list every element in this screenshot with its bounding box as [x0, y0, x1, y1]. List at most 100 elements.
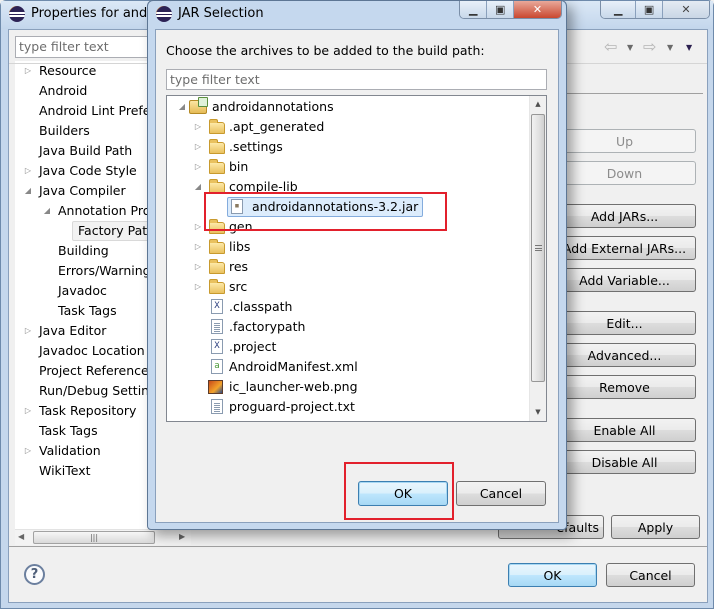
- file-tree-item[interactable]: ▷ gen: [167, 217, 529, 237]
- category-tree-item[interactable]: ▷ Resource: [15, 61, 165, 81]
- enable-all-button[interactable]: Enable All: [553, 418, 696, 442]
- forward-dropdown-icon[interactable]: ▼: [667, 43, 673, 52]
- maximize-button[interactable]: ▣: [636, 1, 663, 18]
- category-tree-item[interactable]: ▷ Validation: [15, 441, 165, 461]
- category-tree-item[interactable]: Javadoc: [15, 281, 165, 301]
- add-variable-button[interactable]: Add Variable...: [553, 268, 696, 292]
- file-tree-item-label: res: [229, 259, 249, 274]
- file-tree-item[interactable]: ▷ src: [167, 277, 529, 297]
- collapsed-arrow-icon[interactable]: ▷: [193, 157, 203, 177]
- file-tree-item[interactable]: ▷ .settings: [167, 137, 529, 157]
- expanded-arrow-icon[interactable]: ◢: [177, 97, 187, 117]
- file-tree-item[interactable]: ic_launcher-web.png: [167, 377, 529, 397]
- jar-file-item[interactable]: androidannotations-3.2.jar ▪: [167, 197, 529, 217]
- file-tree-item[interactable]: ◢ compile-lib: [167, 177, 529, 197]
- expanded-arrow-icon[interactable]: ◢: [193, 177, 203, 197]
- jar-caption-buttons: ▁ ▣ ✕: [459, 1, 562, 19]
- expanded-arrow-icon[interactable]: ◢: [23, 181, 33, 201]
- category-tree-item[interactable]: Task Tags: [15, 301, 165, 321]
- file-tree-item[interactable]: ▷ res: [167, 257, 529, 277]
- scroll-down-icon[interactable]: ▼: [530, 404, 546, 421]
- category-tree-item[interactable]: ▷ Java Editor: [15, 321, 165, 341]
- minimize-button[interactable]: ▁: [460, 1, 488, 18]
- file-tree-item[interactable]: .factorypath: [167, 317, 529, 337]
- category-tree-item[interactable]: Builders: [15, 121, 165, 141]
- category-tree-item-label: Project References: [39, 363, 156, 378]
- jar-ok-button[interactable]: OK: [358, 481, 448, 506]
- category-tree-item[interactable]: WikiText: [15, 461, 165, 481]
- category-tree-item-label: WikiText: [39, 463, 91, 478]
- category-tree-item[interactable]: ▷ Java Code Style: [15, 161, 165, 181]
- advanced-button[interactable]: Advanced...: [553, 343, 696, 367]
- category-tree-item[interactable]: Android: [15, 81, 165, 101]
- properties-title: Properties for androi: [31, 6, 164, 21]
- category-tree-item[interactable]: Project References: [15, 361, 165, 381]
- disable-all-button[interactable]: Disable All: [553, 450, 696, 474]
- ok-button[interactable]: OK: [508, 563, 597, 587]
- jar-tree-vertical-scrollbar[interactable]: ▲ ▼: [529, 96, 546, 421]
- file-tree-item[interactable]: a AndroidManifest.xml: [167, 357, 529, 377]
- category-tree-item[interactable]: ◢ Annotation Proc: [15, 201, 165, 221]
- category-tree-item[interactable]: Run/Debug Setting: [15, 381, 165, 401]
- category-tree-item[interactable]: Javadoc Location: [15, 341, 165, 361]
- collapsed-arrow-icon[interactable]: ▷: [193, 277, 203, 297]
- scrollbar-thumb[interactable]: |||: [33, 531, 155, 544]
- file-tree-item[interactable]: X .classpath: [167, 297, 529, 317]
- jar-cancel-button[interactable]: Cancel: [456, 481, 546, 506]
- collapsed-arrow-icon[interactable]: ▷: [193, 217, 203, 237]
- file-tree-item[interactable]: ◢ androidannotations: [167, 97, 529, 117]
- file-tree-item[interactable]: ▷ bin: [167, 157, 529, 177]
- scroll-up-icon[interactable]: ▲: [530, 96, 546, 113]
- properties-filter-input[interactable]: type filter text: [15, 36, 155, 58]
- file-tree-item[interactable]: ▷ libs: [167, 237, 529, 257]
- down-button[interactable]: Down: [553, 161, 696, 185]
- cancel-button[interactable]: Cancel: [606, 563, 695, 587]
- collapsed-arrow-icon[interactable]: ▷: [193, 137, 203, 157]
- scroll-right-icon[interactable]: ▶: [179, 532, 185, 541]
- close-button[interactable]: ✕: [662, 1, 709, 18]
- back-arrow-icon[interactable]: ⇦: [604, 37, 617, 56]
- file-tree-item[interactable]: X .project: [167, 337, 529, 357]
- edit-button[interactable]: Edit...: [553, 311, 696, 335]
- category-tree-item[interactable]: ◢ Java Compiler: [15, 181, 165, 201]
- collapsed-arrow-icon[interactable]: ▷: [193, 237, 203, 257]
- collapsed-arrow-icon[interactable]: ▷: [23, 441, 33, 461]
- minimize-button[interactable]: ▁: [601, 1, 637, 18]
- category-tree-item[interactable]: Building: [15, 241, 165, 261]
- tree-horizontal-scrollbar[interactable]: ◀ ||| ▶: [15, 529, 191, 545]
- close-button[interactable]: ✕: [513, 1, 561, 18]
- scrollbar-thumb[interactable]: [531, 114, 545, 382]
- file-tree-item-label: AndroidManifest.xml: [229, 359, 358, 374]
- jar-filter-input[interactable]: type filter text: [166, 69, 547, 90]
- scroll-left-icon[interactable]: ◀: [18, 532, 24, 541]
- file-tree-item[interactable]: ▷ .apt_generated: [167, 117, 529, 137]
- help-icon[interactable]: ?: [24, 564, 45, 585]
- add-jars-button[interactable]: Add JARs...: [553, 204, 696, 228]
- maximize-button[interactable]: ▣: [487, 1, 514, 18]
- collapsed-arrow-icon[interactable]: ▷: [23, 161, 33, 181]
- category-tree-item-label: Javadoc Location: [39, 343, 145, 358]
- apply-button[interactable]: Apply: [611, 515, 700, 539]
- category-tree-item[interactable]: Factory Path: [15, 221, 165, 241]
- collapsed-arrow-icon[interactable]: ▷: [23, 321, 33, 341]
- category-tree-item[interactable]: Android Lint Prefer: [15, 101, 165, 121]
- remove-button[interactable]: Remove: [553, 375, 696, 399]
- category-tree-item[interactable]: Errors/Warning: [15, 261, 165, 281]
- collapsed-arrow-icon[interactable]: ▷: [23, 401, 33, 421]
- category-tree-item[interactable]: Task Tags: [15, 421, 165, 441]
- category-tree-item[interactable]: ▷ Task Repository: [15, 401, 165, 421]
- properties-caption-buttons: ▁ ▣ ✕: [600, 1, 710, 19]
- up-button[interactable]: Up: [553, 129, 696, 153]
- file-tree-item[interactable]: proguard-project.txt: [167, 397, 529, 417]
- collapsed-arrow-icon[interactable]: ▷: [193, 257, 203, 277]
- view-menu-icon[interactable]: ▼: [686, 43, 692, 52]
- add-external-jars-button[interactable]: Add External JARs...: [553, 236, 696, 260]
- back-dropdown-icon[interactable]: ▼: [627, 43, 633, 52]
- expanded-arrow-icon[interactable]: ◢: [42, 201, 52, 221]
- collapsed-arrow-icon[interactable]: ▷: [193, 117, 203, 137]
- forward-arrow-icon[interactable]: ⇨: [643, 37, 656, 56]
- category-tree-item[interactable]: Java Build Path: [15, 141, 165, 161]
- file-tree-item-label: gen: [229, 219, 253, 234]
- collapsed-arrow-icon[interactable]: ▷: [23, 61, 33, 81]
- text-file-icon: [211, 399, 223, 414]
